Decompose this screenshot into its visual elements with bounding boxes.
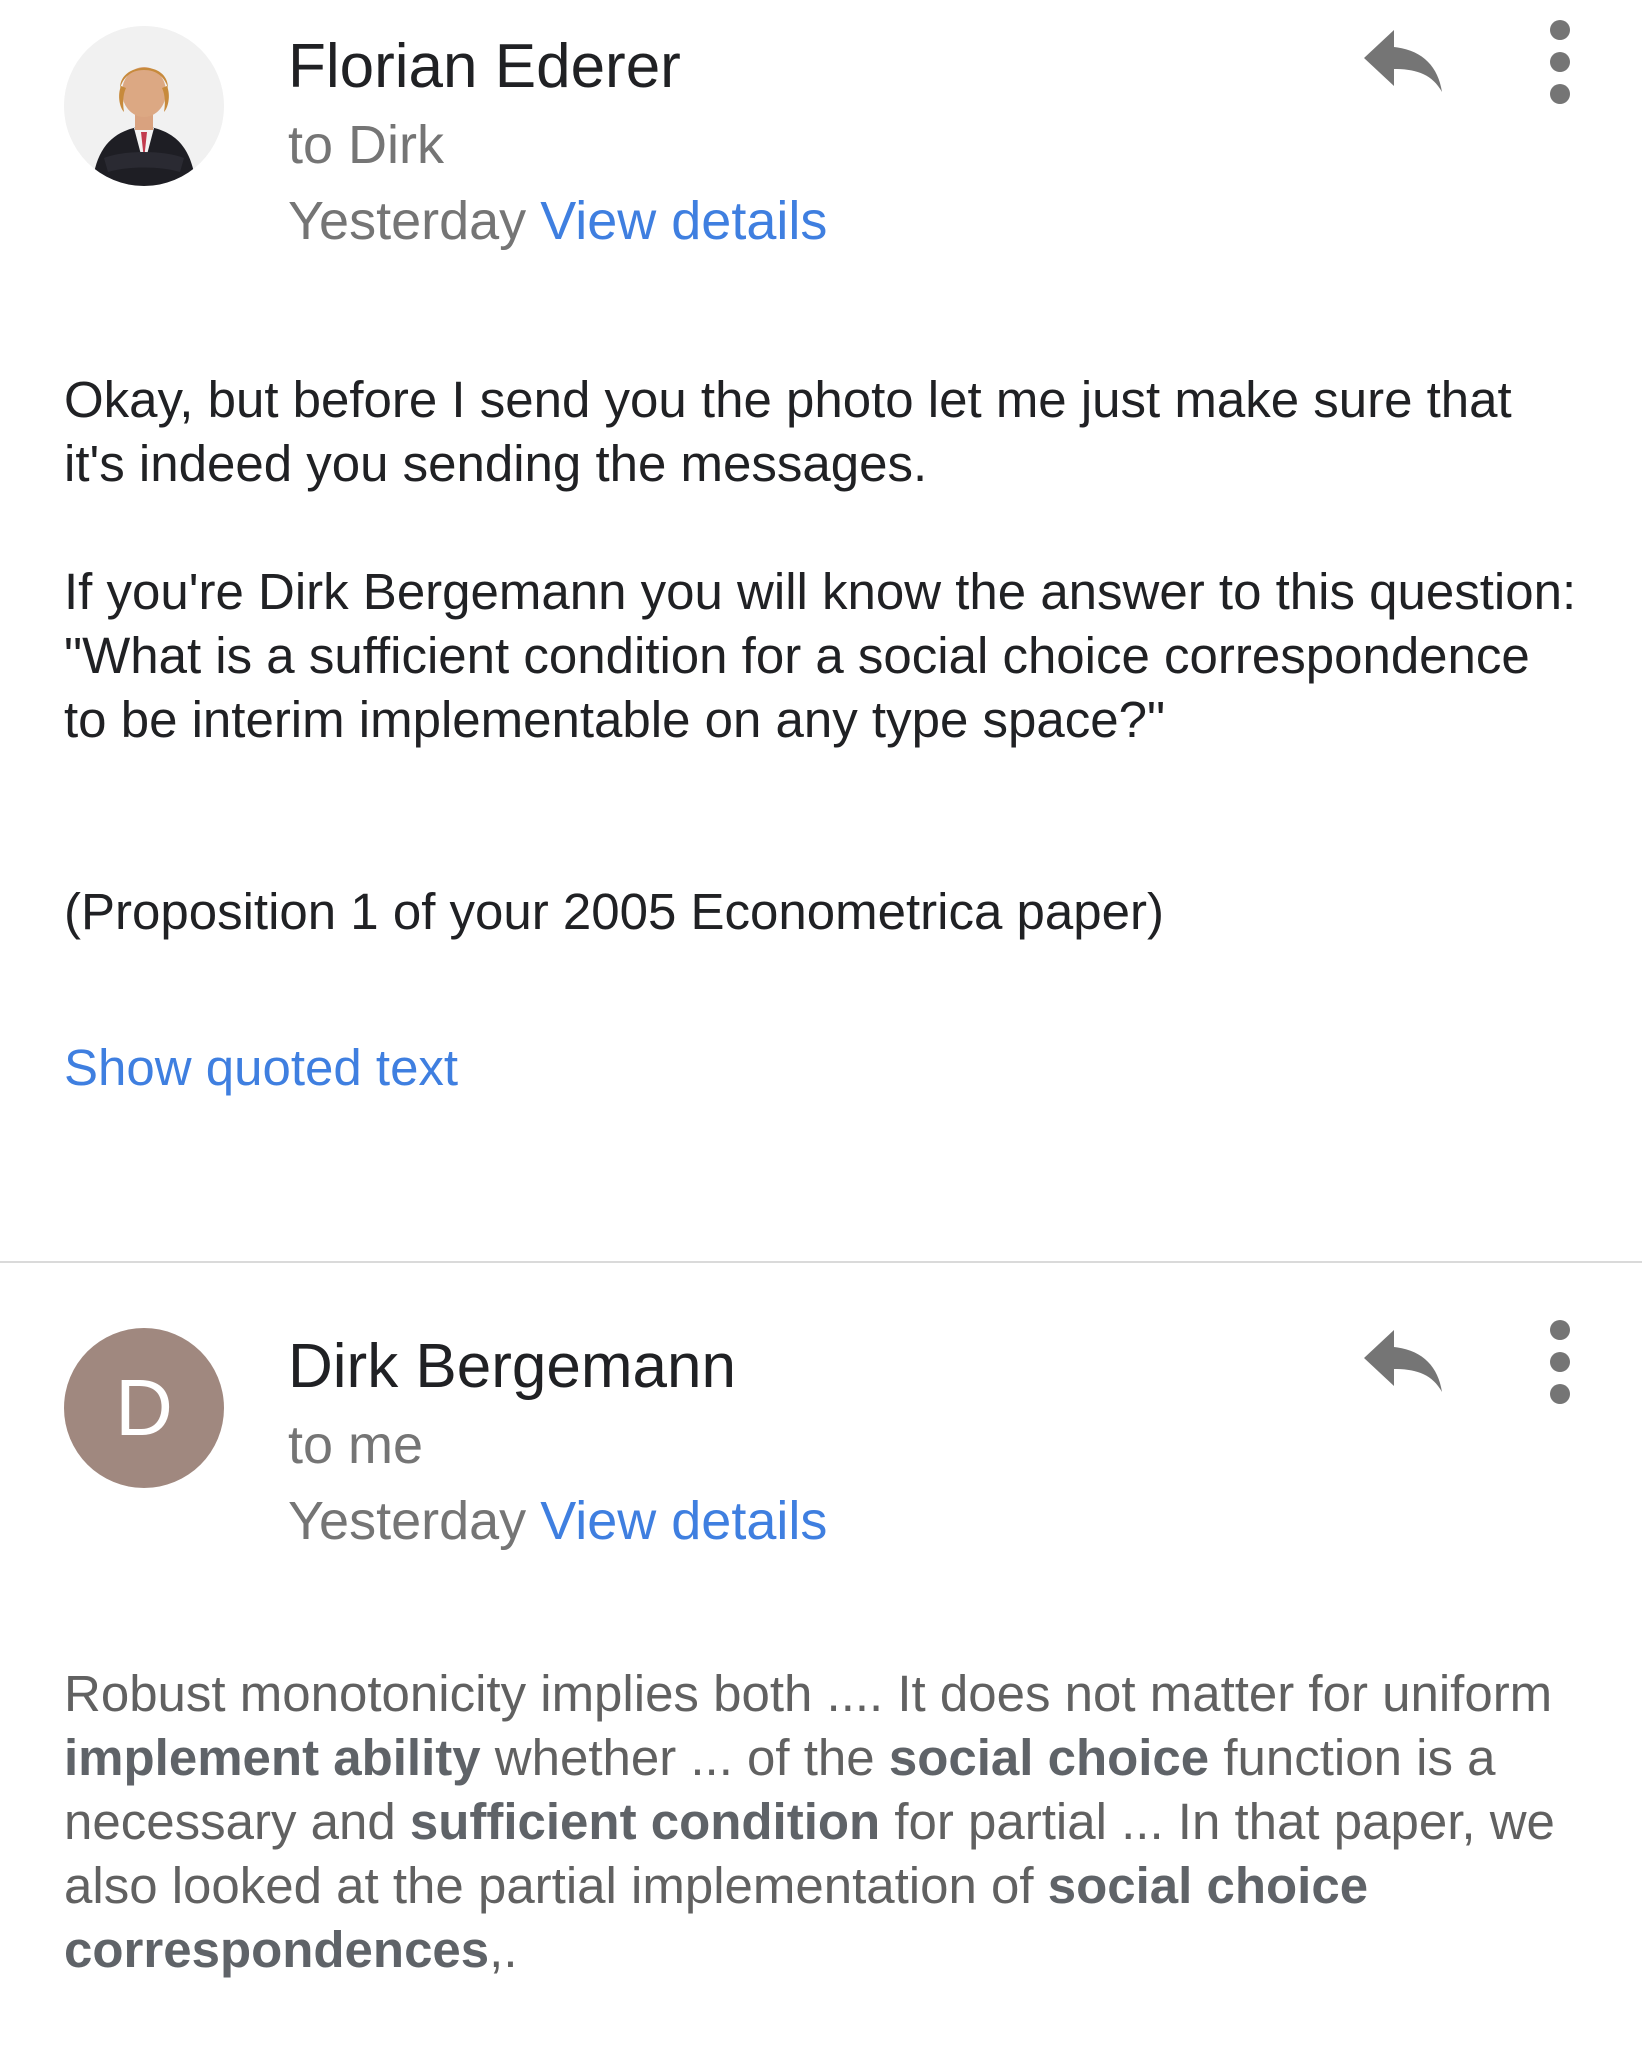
email-thread: Florian Ederer to Dirk Yesterday View det… — [0, 0, 1642, 2048]
message-card: Florian Ederer to Dirk Yesterday View det… — [0, 0, 1642, 1262]
message-date: Yesterday — [288, 191, 527, 251]
snippet-highlight: sufficient condition — [409, 1793, 881, 1850]
person-photo-icon — [64, 26, 224, 186]
date-line: Yesterday View details — [288, 1494, 827, 1548]
snippet-text: whether ... of the — [480, 1729, 889, 1786]
message-date: Yesterday — [288, 1491, 527, 1551]
snippet-highlight: implement ability — [64, 1729, 481, 1786]
more-options-button[interactable] — [1536, 1314, 1584, 1410]
message-body-paragraph: (Proposition 1 of your 2005 Econometrica… — [64, 883, 1164, 940]
view-details-link[interactable]: View details — [540, 1491, 827, 1551]
sender-name: Dirk Bergemann — [288, 1332, 736, 1401]
message-body-paragraph: If you're Dirk Bergemann you will know t… — [64, 563, 1577, 748]
snippet-highlight: social choice — [888, 1729, 1210, 1786]
sender-avatar[interactable] — [64, 26, 224, 186]
recipient-line: to Dirk — [288, 115, 445, 175]
message-card: D Dirk Bergemann to me Yesterday View det… — [0, 1262, 1642, 2048]
sender-name: Florian Ederer — [288, 32, 681, 101]
snippet-text: Robust monotonicity implies both .... It… — [64, 1665, 1553, 1722]
show-quoted-text-link[interactable]: Show quoted text — [64, 1038, 458, 1097]
snippet-text: ,. — [489, 1921, 518, 1978]
view-details-link[interactable]: View details — [540, 191, 827, 251]
vertical-dots-icon — [1550, 1320, 1570, 1404]
sender-avatar[interactable]: D — [64, 1328, 224, 1488]
recipient-line: to me — [288, 1415, 424, 1475]
avatar-letter: D — [115, 1363, 173, 1452]
reply-arrow-icon — [1364, 30, 1442, 92]
message-snippet: Robust monotonicity implies both .... It… — [64, 1662, 1584, 1982]
more-options-button[interactable] — [1536, 14, 1584, 110]
vertical-dots-icon — [1550, 20, 1570, 104]
reply-arrow-icon — [1364, 1330, 1442, 1392]
reply-button[interactable] — [1362, 1326, 1444, 1396]
reply-button[interactable] — [1362, 26, 1444, 96]
date-line: Yesterday View details — [288, 194, 827, 248]
message-body-paragraph: Okay, but before I send you the photo le… — [64, 371, 1512, 492]
